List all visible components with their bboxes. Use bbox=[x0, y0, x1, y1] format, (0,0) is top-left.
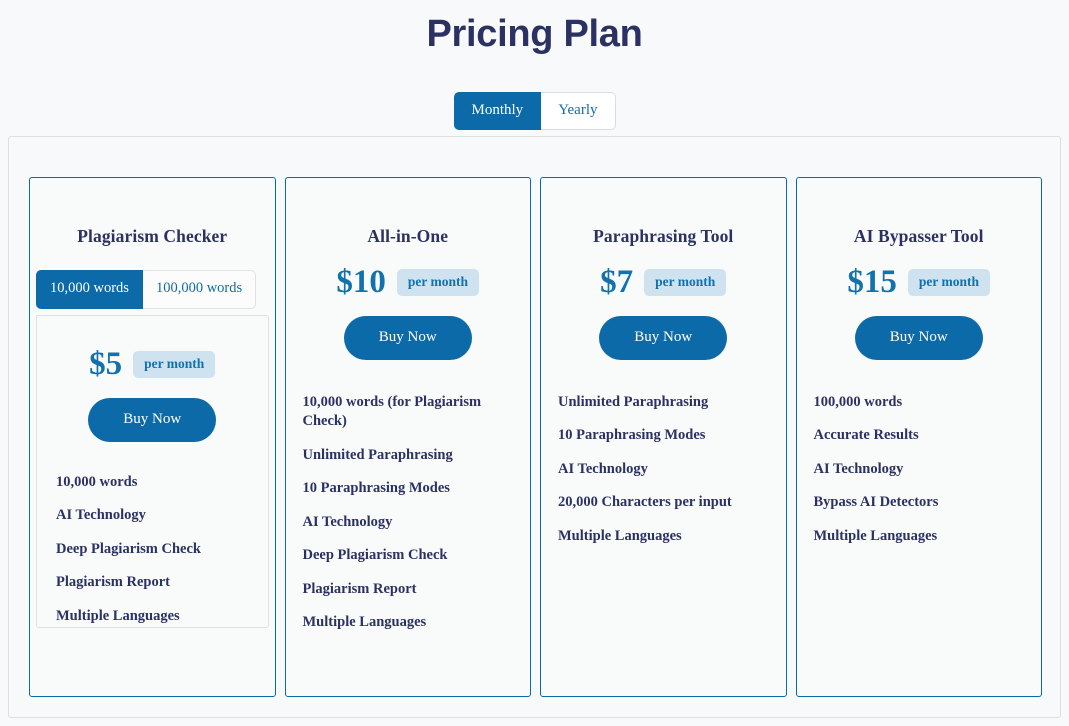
plan-body: $10 per month Buy Now 10,000 words (for … bbox=[286, 266, 531, 633]
feature-item: 10 Paraphrasing Modes bbox=[302, 480, 450, 497]
plans-row: Plagiarism Checker 10,000 words 100,000 … bbox=[29, 177, 1042, 697]
feature-list: 10,000 words (for Plagiarism Check) Unli… bbox=[303, 393, 514, 634]
feature-item: AI Technology bbox=[558, 460, 648, 477]
feature-list: 10,000 words AI Technology Deep Plagiari… bbox=[56, 473, 268, 627]
page-title: Pricing Plan bbox=[426, 13, 643, 55]
plan-card-ai-bypasser-tool[interactable]: AI Bypasser Tool $15 per month Buy Now 1… bbox=[795, 177, 1042, 697]
plan-title: Paraphrasing Tool bbox=[593, 226, 734, 246]
buy-now-row: Buy Now bbox=[37, 398, 268, 442]
plan-body: $7 per month Buy Now Unlimited Paraphras… bbox=[541, 266, 786, 546]
feature-item: 10 Paraphrasing Modes bbox=[558, 427, 706, 444]
billing-period-toggle: Monthly Yearly bbox=[453, 92, 616, 130]
feature-item: Deep Plagiarism Check bbox=[56, 540, 201, 557]
word-count-tab-100000[interactable]: 100,000 words bbox=[142, 270, 257, 309]
price-row: $5 per month bbox=[37, 348, 268, 381]
plan-title: Plagiarism Checker bbox=[77, 226, 228, 246]
feature-item: Multiple Languages bbox=[302, 614, 427, 631]
price-amount: $7 bbox=[600, 264, 634, 300]
buy-now-row: Buy Now bbox=[558, 316, 769, 360]
feature-item: Plagiarism Report bbox=[302, 580, 417, 597]
price-amount: $10 bbox=[336, 264, 386, 300]
billing-period-yearly-button[interactable]: Yearly bbox=[541, 92, 616, 130]
plan-card-paraphrasing-tool[interactable]: Paraphrasing Tool $7 per month Buy Now U… bbox=[540, 177, 787, 697]
price-period-badge: per month bbox=[907, 269, 991, 296]
plan-inner-panel: $5 per month Buy Now 10,000 words AI Tec… bbox=[36, 315, 269, 628]
buy-now-row: Buy Now bbox=[303, 316, 514, 360]
buy-now-row: Buy Now bbox=[814, 316, 1025, 360]
feature-item: Accurate Results bbox=[813, 427, 919, 444]
buy-now-button[interactable]: Buy Now bbox=[854, 316, 983, 360]
billing-period-monthly-button[interactable]: Monthly bbox=[453, 92, 542, 130]
feature-item: Multiple Languages bbox=[56, 607, 180, 624]
price-row: $10 per month bbox=[303, 266, 514, 299]
feature-item: 10,000 words (for Plagiarism Check) bbox=[302, 393, 482, 430]
plan-card-all-in-one[interactable]: All-in-One $10 per month Buy Now 10,000 … bbox=[284, 177, 531, 697]
price-amount: $15 bbox=[847, 264, 897, 300]
feature-item: AI Technology bbox=[813, 460, 904, 477]
feature-list: Unlimited Paraphrasing 10 Paraphrasing M… bbox=[558, 393, 769, 547]
feature-item: AI Technology bbox=[302, 513, 393, 530]
buy-now-button[interactable]: Buy Now bbox=[599, 316, 728, 360]
feature-item: Multiple Languages bbox=[813, 527, 938, 544]
price-period-badge: per month bbox=[644, 269, 727, 296]
price-row: $15 per month bbox=[814, 266, 1025, 299]
feature-item: AI Technology bbox=[56, 507, 146, 524]
feature-item: Unlimited Paraphrasing bbox=[558, 393, 709, 410]
word-count-tab-10000[interactable]: 10,000 words bbox=[36, 270, 143, 309]
feature-item: Multiple Languages bbox=[558, 527, 682, 544]
feature-item: 20,000 Characters per input bbox=[558, 494, 732, 511]
buy-now-button[interactable]: Buy Now bbox=[343, 316, 472, 360]
feature-item: 10,000 words bbox=[56, 473, 138, 490]
feature-item: Bypass AI Detectors bbox=[813, 494, 939, 511]
price-period-badge: per month bbox=[396, 269, 480, 296]
plan-title: AI Bypasser Tool bbox=[853, 226, 984, 246]
word-count-tabs: 10,000 words 100,000 words bbox=[36, 270, 275, 309]
plan-body: $15 per month Buy Now 100,000 words Accu… bbox=[797, 266, 1042, 546]
feature-list: 100,000 words Accurate Results AI Techno… bbox=[814, 393, 1025, 547]
feature-item: 100,000 words bbox=[813, 393, 903, 410]
plans-container: Plagiarism Checker 10,000 words 100,000 … bbox=[8, 136, 1061, 718]
price-row: $7 per month bbox=[558, 266, 769, 299]
buy-now-button[interactable]: Buy Now bbox=[88, 398, 217, 442]
plan-title: All-in-One bbox=[367, 226, 449, 246]
price-period-badge: per month bbox=[133, 351, 216, 378]
billing-period-toggle-wrapper: Monthly Yearly bbox=[0, 92, 1069, 130]
feature-item: Unlimited Paraphrasing bbox=[302, 446, 453, 463]
price-amount: $5 bbox=[89, 346, 123, 382]
feature-item: Plagiarism Report bbox=[56, 574, 170, 591]
feature-item: Deep Plagiarism Check bbox=[302, 547, 448, 564]
plan-card-plagiarism-checker[interactable]: Plagiarism Checker 10,000 words 100,000 … bbox=[29, 177, 276, 697]
